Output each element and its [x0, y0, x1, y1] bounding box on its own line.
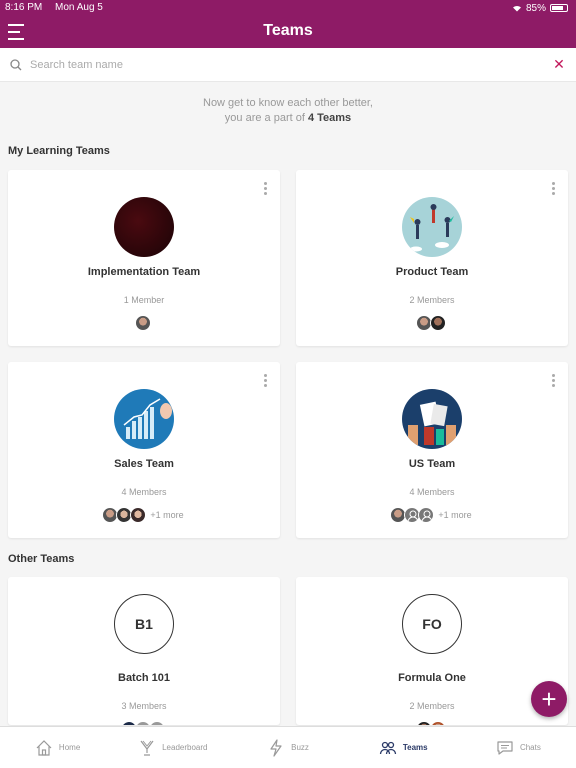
- section-my-teams: My Learning Teams: [8, 145, 110, 157]
- team-member-count: 2 Members: [409, 701, 455, 711]
- team-card-implementation[interactable]: Implementation Team 1 Member: [8, 170, 280, 346]
- team-total: 4 Teams: [307, 112, 352, 124]
- team-name: Sales Team: [114, 458, 174, 470]
- chat-icon: [497, 740, 513, 755]
- team-card-product[interactable]: Product Team 2 Members: [296, 170, 568, 346]
- team-member-count: 2 Members: [409, 295, 455, 305]
- member-avatars: [8, 315, 280, 331]
- search-icon: [10, 58, 22, 70]
- wifi-icon: [512, 5, 521, 12]
- tab-buzz[interactable]: Buzz: [230, 727, 345, 768]
- card-menu-icon[interactable]: [264, 374, 268, 387]
- card-menu-icon[interactable]: [552, 374, 556, 387]
- search-input[interactable]: [30, 58, 552, 71]
- intro-line1: Now get to know each other better,: [203, 97, 373, 109]
- team-name: Formula One: [398, 672, 466, 684]
- team-name: Batch 101: [118, 672, 170, 684]
- card-menu-icon[interactable]: [552, 182, 556, 195]
- team-member-count: 4 Members: [121, 487, 167, 497]
- lightning-icon: [270, 738, 282, 757]
- more-members-count: +1 more: [438, 510, 472, 520]
- member-avatars: +1 more: [296, 507, 568, 523]
- avatar: [430, 721, 446, 725]
- tab-leaderboard[interactable]: Leaderboard: [115, 727, 230, 768]
- people-icon: [379, 741, 396, 754]
- card-menu-icon[interactable]: [264, 182, 268, 195]
- avatar: [130, 507, 147, 523]
- team-card-sales[interactable]: Sales Team 4 Members +1 more: [8, 362, 280, 538]
- team-avatar: [114, 389, 174, 449]
- tab-label: Home: [58, 743, 81, 752]
- member-avatars: +1 more: [8, 507, 280, 523]
- member-avatars: [296, 315, 568, 331]
- avatar: [430, 315, 446, 331]
- tab-label: Teams: [402, 743, 428, 752]
- team-member-count: 4 Members: [409, 487, 455, 497]
- battery-icon: [550, 4, 568, 12]
- avatar: [416, 721, 432, 725]
- trophy-icon: [140, 740, 154, 756]
- member-avatars: [8, 721, 280, 725]
- team-avatar: [114, 197, 174, 257]
- team-card-us[interactable]: US Team 4 Members +1 more: [296, 362, 568, 538]
- battery-percent: 85%: [525, 2, 546, 14]
- add-team-button[interactable]: +: [531, 681, 567, 717]
- page-title: Teams: [263, 22, 313, 39]
- search-bar: ✕: [0, 48, 576, 82]
- avatar: [135, 315, 151, 331]
- tab-label: Chats: [519, 743, 541, 752]
- team-name: US Team: [408, 458, 456, 470]
- clear-search-icon[interactable]: ✕: [552, 56, 566, 73]
- tab-label: Leaderboard: [162, 743, 208, 752]
- home-icon: [36, 739, 52, 756]
- team-name: Product Team: [395, 266, 469, 278]
- team-member-count: 3 Members: [121, 701, 167, 711]
- more-members-count: +1 more: [150, 510, 184, 520]
- tab-home[interactable]: Home: [0, 727, 115, 768]
- tab-chats[interactable]: Chats: [461, 727, 576, 768]
- team-card-formula-one[interactable]: FO Formula One 2 Members: [296, 577, 568, 725]
- status-bar: 8:16 PM Mon Aug 5 85%: [5, 2, 568, 14]
- team-avatar: [402, 389, 462, 449]
- avatar: [121, 721, 137, 725]
- top-bar: 8:16 PM Mon Aug 5 85% Teams: [0, 0, 576, 48]
- section-other-teams: Other Teams: [8, 553, 75, 565]
- status-date: Mon Aug 5: [55, 2, 103, 13]
- avatar: [135, 721, 151, 725]
- team-initials: B1: [114, 594, 174, 654]
- avatar: [418, 507, 435, 523]
- team-name: Implementation Team: [87, 266, 201, 278]
- status-time: 8:16 PM: [5, 2, 43, 13]
- team-avatar: [402, 197, 462, 257]
- tab-label: Buzz: [291, 743, 309, 752]
- intro-text: Now get to know each other better, you a…: [0, 96, 576, 126]
- member-avatars: [296, 721, 568, 725]
- team-initials: FO: [402, 594, 462, 654]
- team-card-batch-101[interactable]: B1 Batch 101 3 Members: [8, 577, 280, 725]
- tab-teams[interactable]: Teams: [346, 727, 461, 768]
- avatar: [149, 721, 165, 725]
- team-member-count: 1 Member: [123, 295, 165, 305]
- intro-line2: you are a part of: [224, 112, 308, 124]
- bottom-tab-bar: Home Leaderboard Buzz Teams Chats: [0, 726, 576, 768]
